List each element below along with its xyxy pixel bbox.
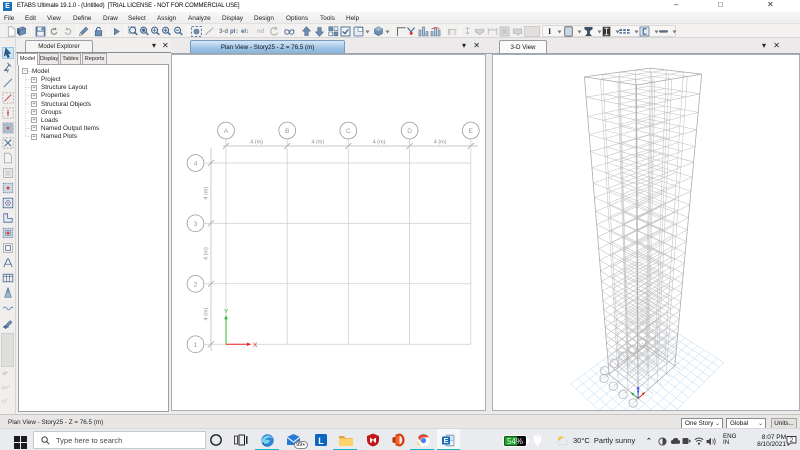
svg-text:4 (m): 4 (m) xyxy=(204,308,210,321)
svg-text:4 (m): 4 (m) xyxy=(434,140,447,146)
svg-text:E: E xyxy=(469,128,474,135)
svg-text:X: X xyxy=(253,342,258,349)
svg-text:1: 1 xyxy=(194,342,198,349)
svg-text:A: A xyxy=(224,128,229,135)
svg-text:4 (m): 4 (m) xyxy=(204,187,210,200)
svg-text:4 (m): 4 (m) xyxy=(204,247,210,260)
svg-text:54%: 54% xyxy=(507,437,523,446)
svg-text:4 (m): 4 (m) xyxy=(373,140,386,146)
svg-text:2: 2 xyxy=(194,281,198,288)
svg-text:B: B xyxy=(285,128,289,135)
svg-text:D: D xyxy=(407,128,412,135)
svg-text:4: 4 xyxy=(194,161,198,168)
svg-text:Y: Y xyxy=(224,308,229,315)
svg-text:C: C xyxy=(346,128,351,135)
svg-text:4 (m): 4 (m) xyxy=(311,140,324,146)
svg-text:L: L xyxy=(318,436,324,446)
svg-text:E: E xyxy=(443,436,448,445)
svg-text:3: 3 xyxy=(194,221,198,228)
svg-text:4 (m): 4 (m) xyxy=(250,140,263,146)
